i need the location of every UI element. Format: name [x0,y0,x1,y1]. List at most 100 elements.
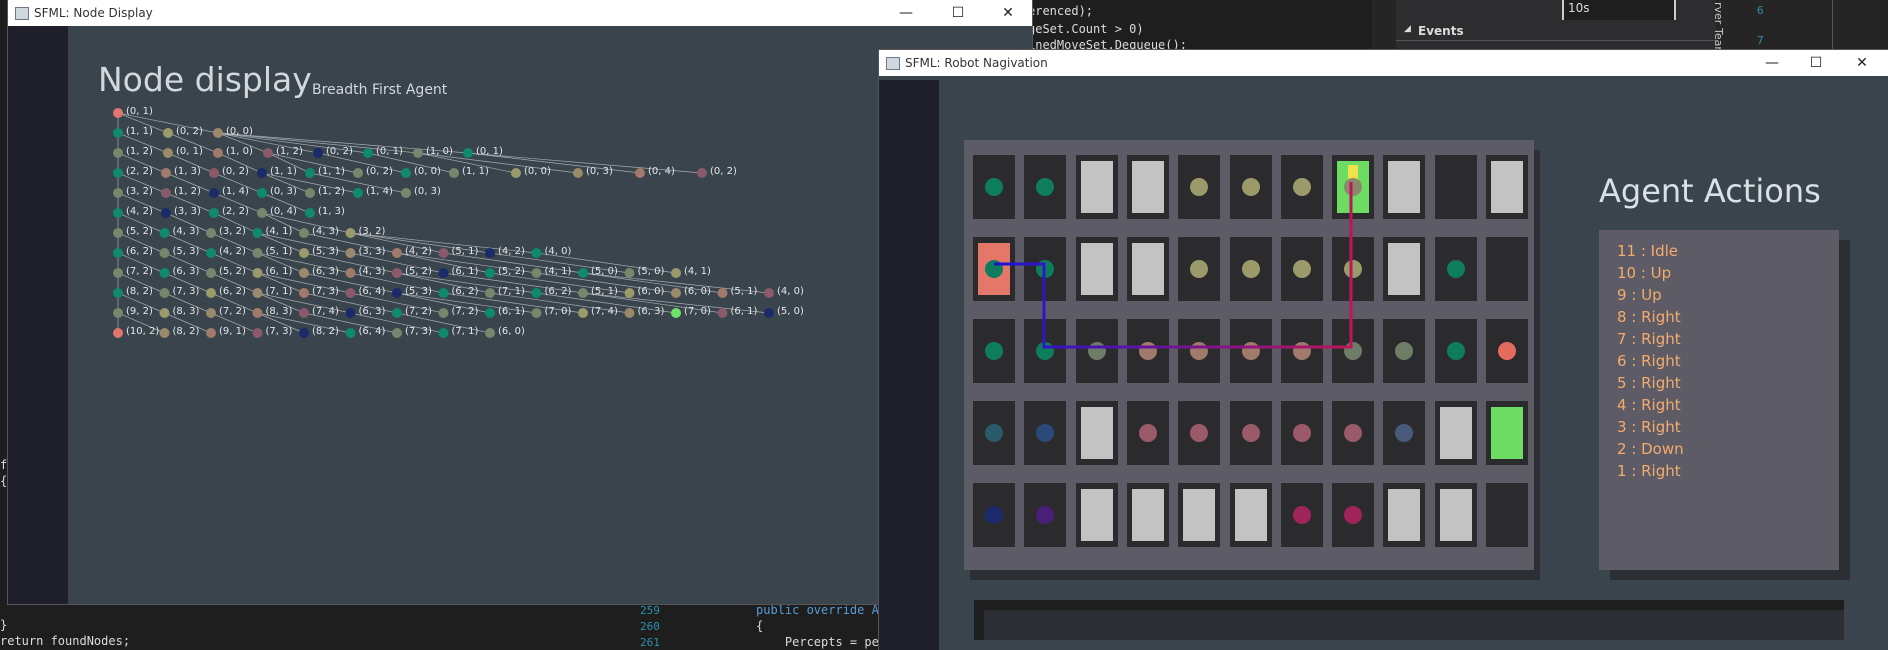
app-icon [886,57,900,70]
node-dot [1292,260,1311,278]
grid-cell [1486,483,1528,547]
node-dot [1344,506,1363,524]
tree-node-label: (6, 1) [451,266,479,277]
tree-node-label: (0, 1) [126,106,153,117]
tree-node-label: (10, 2) [126,326,160,337]
maximize-icon[interactable]: ☐ [936,1,980,25]
line-number: 6 [1757,4,1764,17]
tree-node-label: (7, 2) [126,266,153,277]
code-line: } [0,618,8,632]
grid-cell [1280,155,1323,219]
node-dot [1344,342,1363,360]
close-icon[interactable]: ✕ [986,1,1030,25]
tree-node-label: (1, 1) [126,126,153,137]
tree-node-label: (1, 1) [462,166,489,177]
code-line: public override Ag [756,603,887,617]
tree-node-label: (5, 3) [312,246,339,257]
grid-cell [1075,155,1118,219]
tree-node-label: (0, 3) [414,186,441,197]
minimize-icon[interactable]: — [884,1,928,25]
title-bar[interactable]: SFML: Robot Nagivation — ☐ ✕ [879,50,1888,76]
wall-block [1388,243,1421,295]
node-dot [1241,260,1260,278]
tree-node-label: (1, 0) [226,146,253,157]
node-dot [1446,342,1465,360]
tree-node-label: (4, 0) [777,286,804,297]
tree-node-label: (7, 4) [312,306,339,317]
tree-node-label: (0, 0) [524,166,551,177]
node-display-heading: Node display [98,60,312,99]
grid-cell [1383,401,1426,465]
tree-node-label: (5, 0) [777,306,804,317]
node-dot [985,178,1003,196]
agent-action-item: 1 : Right [1617,462,1681,480]
tree-node-label: (4, 2) [126,206,153,217]
code-line: { [756,619,764,633]
tree-node-label: (5, 1) [730,286,758,297]
grid-cell [1024,155,1067,219]
tree-node-label: (4, 3) [358,266,386,277]
grid-cell [1229,483,1272,547]
agent-action-item: 2 : Down [1617,440,1684,458]
code-line: geSet.Count > 0) [1028,22,1144,36]
node-dot [1344,424,1363,442]
window-title: SFML: Node Display [34,6,153,20]
grid-cell [1332,237,1375,301]
grid-cell [1383,319,1426,383]
tree-node-label: (5, 2) [498,266,525,277]
agent-action-item: 7 : Right [1617,330,1681,348]
tree-node-label: (6, 3) [312,266,339,277]
window-side-strip [8,26,68,604]
tree-node-label: (6, 3) [358,306,386,317]
tree-node-label: (7, 3) [405,326,432,337]
grid-cell [1332,401,1375,465]
node-dot [1087,342,1106,360]
node-dot [1036,506,1055,524]
grid-cell [1434,401,1477,465]
grid-cell [1332,483,1375,547]
code-line: Percepts = per [756,635,887,649]
agent-actions-title: Agent Actions [1599,172,1821,210]
tree-node-label: (5, 2) [405,266,432,277]
grid-cell [1229,237,1272,301]
grid-cell [1229,401,1272,465]
tree-node-label: (9, 1) [219,326,246,337]
node-dot [1395,342,1414,360]
scrollbar[interactable] [1832,0,1849,56]
line-number: 261 [640,636,660,649]
close-icon[interactable]: ✕ [1840,51,1884,75]
node-dot [1190,424,1209,442]
tree-node-label: (5, 1) [451,246,479,257]
grid-cell [1024,401,1067,465]
wall-block [1131,489,1164,541]
grid-cell [1178,237,1221,301]
tree-node-label: (1, 4) [222,186,249,197]
status-bar-inner [984,610,1844,640]
tree-node-label: (4, 2) [498,246,525,257]
tree-node-label: (0, 2) [222,166,249,177]
tree-node-label: (7, 1) [451,326,479,337]
side-tab[interactable]: rver [1712,2,1725,24]
node-dot [1395,424,1414,442]
tree-node-label: (6, 1) [265,266,293,277]
tree-node-label: (0, 2) [710,166,737,177]
grid-cell [1332,155,1375,219]
grid-cell [1280,483,1323,547]
maximize-icon[interactable]: ☐ [1794,51,1838,75]
tree-node-label: (6, 0) [498,326,525,337]
grid-cell [1178,401,1221,465]
tree-node-label: (6, 1) [498,306,525,317]
collapse-icon[interactable]: ◢ [1404,24,1411,34]
minimize-icon[interactable]: — [1750,51,1794,75]
tree-node-label: (1, 2) [276,146,303,157]
grid-cell [973,483,1015,547]
tree-node-label: (5, 3) [172,246,200,257]
line-number: 7 [1757,34,1764,47]
grid-cell [1280,401,1323,465]
diagnostic-timeline[interactable]: 10s [1562,0,1676,20]
grid-cell [973,237,1015,301]
wall-block [1131,243,1164,295]
title-bar[interactable]: SFML: Node Display — ☐ ✕ [8,0,1032,26]
window-title: SFML: Robot Nagivation [905,56,1048,70]
grid-cell [1024,483,1067,547]
